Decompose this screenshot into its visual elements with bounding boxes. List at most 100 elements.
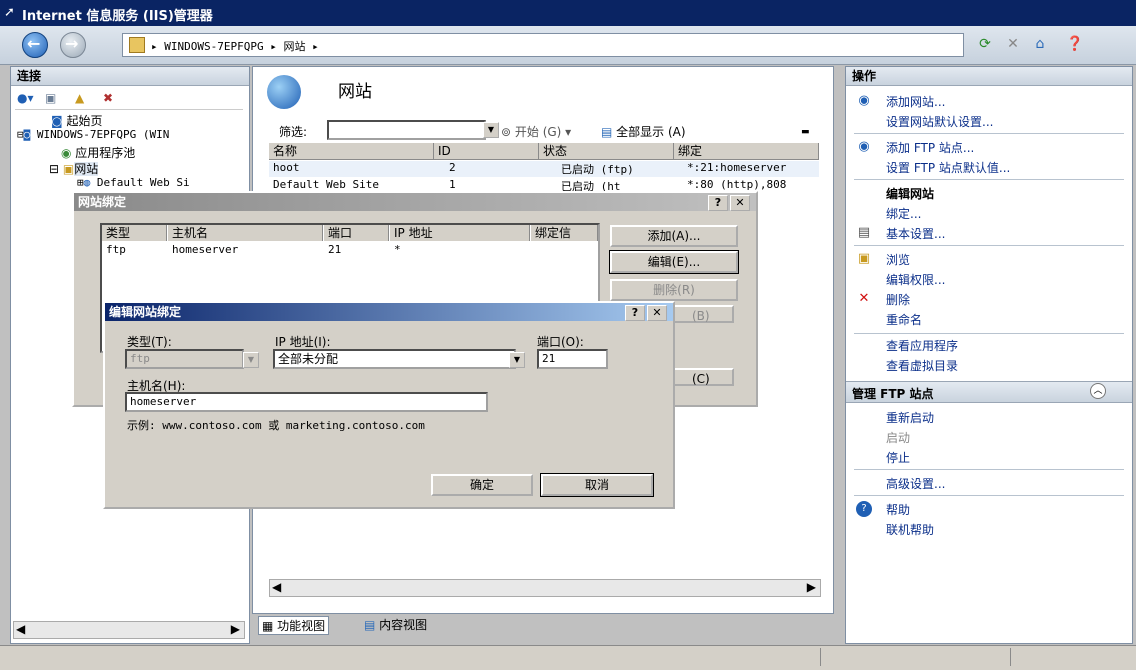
filter-dropdown-icon[interactable]: ▼	[483, 122, 499, 138]
help-button[interactable]: ?	[708, 195, 728, 211]
add-binding-button[interactable]: 添加(A)...	[610, 225, 738, 247]
row-binding: *:80 (http),808	[687, 178, 787, 191]
scroll-right-icon[interactable]: ▶	[231, 622, 240, 636]
stop-link[interactable]: 停止	[886, 449, 910, 466]
col-host[interactable]: 主机名	[168, 225, 323, 241]
breadcrumb: ▸ WINDOWS-7EPFQPG ▸ 网站 ▸	[151, 40, 319, 53]
actions-pane: 操作 ◉ 添加网站... 设置网站默认设置... ◉ 添加 FTP 站点... …	[845, 66, 1133, 644]
edit-permissions-link[interactable]: 编辑权限...	[886, 271, 945, 288]
status-bar	[0, 645, 1136, 670]
ip-label: IP 地址(I):	[275, 335, 331, 349]
connect-icon[interactable]: ●▾	[17, 91, 34, 105]
tree-start-page[interactable]: ◙ 起始页	[51, 112, 102, 129]
save-icon[interactable]: ▣	[45, 91, 56, 105]
browse-link[interactable]: 浏览	[886, 251, 910, 268]
port-label: 端口(O):	[537, 335, 584, 349]
start-filter-button[interactable]: ⊚ 开始 (G) ▾	[501, 123, 571, 140]
host-input[interactable]: homeserver	[125, 392, 488, 412]
tree-app-pools[interactable]: ◉ 应用程序池	[61, 144, 135, 161]
connections-toolbar: ●▾ ▣ ▲ ✖	[15, 89, 243, 110]
ok-button[interactable]: 确定	[431, 474, 533, 496]
online-help-link[interactable]: 联机帮助	[886, 521, 934, 538]
view-apps-link[interactable]: 查看应用程序	[886, 337, 958, 354]
center-h-scrollbar[interactable]: ◀ ▶	[269, 579, 821, 597]
tree-sites[interactable]: ⊟ ▣网站	[49, 160, 99, 177]
bindings-link[interactable]: 绑定...	[886, 205, 921, 222]
help-icon: ?	[856, 501, 872, 517]
group-by-icon[interactable]: ▬	[801, 127, 810, 137]
divider	[854, 133, 1124, 134]
up-icon[interactable]: ▲	[75, 91, 84, 105]
forward-button[interactable]: →	[60, 32, 86, 58]
disconnect-icon[interactable]: ✖	[103, 91, 113, 105]
restart-link[interactable]: 重新启动	[886, 409, 934, 426]
collapse-chevron-icon[interactable]: ︿	[1090, 383, 1106, 399]
ftp-defaults-link[interactable]: 设置 FTP 站点默认值...	[886, 159, 1010, 176]
help-link[interactable]: 帮助	[886, 501, 910, 518]
collapse-icon[interactable]: ⊟	[17, 128, 24, 141]
col-port[interactable]: 端口	[324, 225, 389, 241]
tree-server[interactable]: ⊟◙ WINDOWS-7EPFQPG (WIN	[17, 128, 169, 141]
edit-binding-dialog: 编辑网站绑定 ? ✕ 类型(T): ftp ▼ IP 地址(I): 全部未分配 …	[103, 301, 675, 509]
tree-default-site[interactable]: ⊞◍ Default Web Si	[77, 176, 190, 189]
divider	[854, 495, 1124, 496]
edit-binding-button[interactable]: 编辑(E)...	[609, 250, 739, 274]
type-label: 类型(T):	[127, 335, 172, 349]
col-type[interactable]: 类型	[102, 225, 167, 241]
globe-icon: ◍	[83, 176, 91, 189]
refresh-icon[interactable]: ⟳	[975, 34, 995, 54]
back-button[interactable]: ←	[22, 32, 48, 58]
site-defaults-link[interactable]: 设置网站默认设置...	[886, 113, 993, 130]
manage-ftp-header[interactable]: 管理 FTP 站点 ︿	[846, 381, 1132, 403]
remove-binding-button: 删除(R)	[610, 279, 738, 301]
port-input[interactable]: 21	[537, 349, 608, 369]
table-row[interactable]: ftp homeserver 21 *	[102, 243, 598, 257]
scroll-right-icon[interactable]: ▶	[807, 580, 816, 594]
col-status[interactable]: 状态	[539, 143, 674, 159]
scroll-left-icon[interactable]: ◀	[272, 580, 281, 594]
features-view-icon: ▦	[262, 619, 278, 633]
example-text: 示例: www.contoso.com 或 marketing.contoso.…	[127, 419, 425, 432]
rename-link[interactable]: 重命名	[886, 311, 922, 328]
col-binding-info[interactable]: 绑定信	[531, 225, 598, 241]
col-ip[interactable]: IP 地址	[390, 225, 530, 241]
bindings-dialog-title: 网站绑定	[74, 193, 756, 211]
table-row[interactable]: hoot 2 已启动 (ftp) *:21:homeserver	[269, 161, 819, 177]
browse-icon: ▣	[857, 251, 871, 266]
help-button[interactable]: ?	[625, 305, 645, 321]
expand-icon[interactable]: ⊞	[77, 176, 84, 189]
show-all-icon: ▤	[601, 125, 617, 139]
col-binding[interactable]: 绑定	[674, 143, 819, 159]
show-all-button[interactable]: ▤ 全部显示 (A)	[601, 123, 686, 140]
start-page-icon: ◙	[51, 114, 67, 128]
close-button[interactable]: ✕	[730, 195, 750, 211]
basic-settings-link[interactable]: 基本设置...	[886, 225, 945, 242]
connections-header: 连接	[11, 67, 249, 86]
filter-input[interactable]	[327, 120, 486, 140]
left-h-scrollbar[interactable]: ◀ ▶	[13, 621, 245, 639]
view-vdirs-link[interactable]: 查看虚拟目录	[886, 357, 958, 374]
scroll-left-icon[interactable]: ◀	[16, 622, 25, 636]
filter-label: 筛选:	[279, 125, 308, 139]
cancel-button[interactable]: 取消	[540, 473, 654, 497]
col-id[interactable]: ID	[434, 143, 539, 159]
col-name[interactable]: 名称	[269, 143, 434, 159]
delete-link[interactable]: 删除	[886, 291, 910, 308]
bindings-list-header: 类型 主机名 端口 IP 地址 绑定信	[102, 225, 598, 241]
home-icon[interactable]: ⌂	[1030, 34, 1050, 54]
advanced-settings-link[interactable]: 高级设置...	[886, 475, 945, 492]
collapse-icon[interactable]: ⊟	[49, 162, 59, 176]
breadcrumb-server[interactable]: WINDOWS-7EPFQPG	[164, 40, 263, 53]
address-box[interactable]: ▸ WINDOWS-7EPFQPG ▸ 网站 ▸	[122, 33, 964, 57]
ip-select[interactable]: 全部未分配	[273, 349, 516, 369]
tab-features-view[interactable]: ▦ 功能视图	[258, 616, 330, 635]
breadcrumb-sites[interactable]: 网站	[283, 40, 305, 53]
add-site-link[interactable]: 添加网站...	[886, 93, 945, 110]
stop-icon[interactable]: ✕	[1003, 34, 1023, 54]
add-ftp-link[interactable]: 添加 FTP 站点...	[886, 139, 974, 156]
tab-content-view[interactable]: ▤ 内容视图	[364, 616, 427, 633]
help-icon[interactable]: ❓	[1065, 34, 1085, 54]
close-button[interactable]: ✕	[647, 305, 667, 321]
server-icon: ◙	[23, 128, 31, 141]
chevron-down-icon[interactable]: ▼	[509, 352, 525, 368]
